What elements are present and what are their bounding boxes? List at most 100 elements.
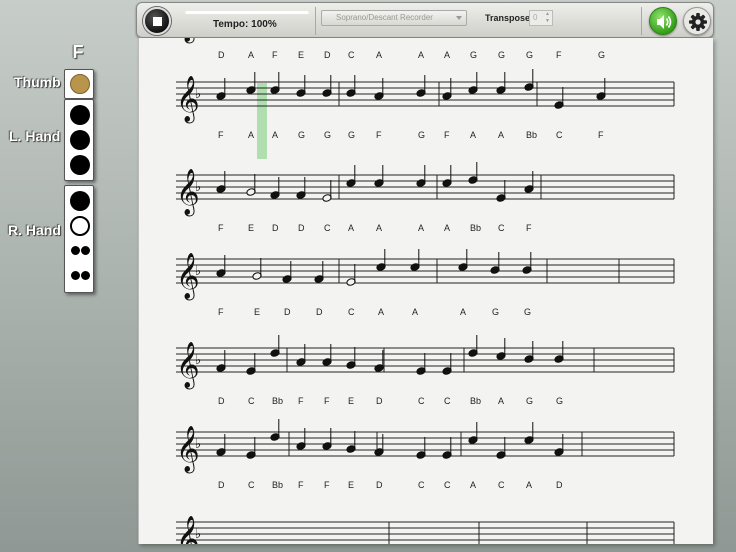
note-letter: Bb (272, 396, 283, 406)
note-letter: A (498, 396, 504, 406)
note-letter: C (248, 396, 255, 406)
note-letter: D (556, 480, 563, 490)
note-letter: C (556, 130, 563, 140)
note-letter: G (298, 130, 305, 140)
left-hole-2-closed-icon (70, 130, 90, 150)
note-letter: F (598, 130, 604, 140)
staff-area: 𝄞♭DAFEDCAAAGGGFG𝄞♭FAAGGGFGFAABbCF𝄞♭FEDDC… (176, 38, 675, 544)
note-letter: E (254, 307, 260, 317)
note-letter: A (470, 130, 476, 140)
note-letter: D (298, 223, 305, 233)
thumb-hole-partial-icon (70, 74, 90, 94)
fingering-panel: F Thumb L. Hand R. Hand (0, 0, 136, 552)
note-letter: D (218, 396, 225, 406)
note-letter: C (418, 396, 425, 406)
gear-icon (689, 13, 707, 31)
note-letter: D (324, 50, 331, 60)
note-letter: A (470, 480, 476, 490)
transpose-label: Transpose (485, 13, 531, 23)
stop-icon (153, 17, 162, 26)
tempo-label: Tempo: 100% (213, 19, 277, 30)
note-letter: F (376, 130, 382, 140)
note-letter: E (298, 50, 304, 60)
note-letter: A (418, 223, 424, 233)
note-letter: D (218, 480, 225, 490)
right-hole-3-double-icon (69, 246, 91, 256)
note-letter: F (324, 396, 330, 406)
note-letter: D (316, 307, 323, 317)
note-letter: A (444, 50, 450, 60)
flat-sign-icon: ♭ (195, 527, 201, 542)
sound-button[interactable] (649, 7, 677, 35)
note-letter: F (556, 50, 562, 60)
stop-button[interactable] (143, 7, 171, 35)
note-letter: A (418, 50, 424, 60)
note-letter: F (218, 130, 224, 140)
settings-button[interactable] (683, 7, 711, 35)
note-letter: D (376, 396, 383, 406)
note-letter: G (418, 130, 425, 140)
toolbar: Tempo: 100% Soprano/Descant Recorder Tra… (136, 2, 714, 38)
transpose-value: 0 (533, 13, 538, 22)
speaker-icon (657, 15, 672, 29)
sheet-music: 𝄞♭DAFEDCAAAGGGFG𝄞♭FAAGGGFGFAABbCF𝄞♭FEDDC… (138, 38, 713, 544)
flat-sign-icon: ♭ (195, 87, 201, 102)
instrument-select[interactable]: Soprano/Descant Recorder (321, 10, 467, 26)
note-letter: C (498, 480, 505, 490)
chevron-up-icon[interactable]: ▲ (545, 12, 551, 17)
note-letter: Bb (470, 396, 481, 406)
note-letter: A (460, 307, 466, 317)
note-letter: A (248, 130, 254, 140)
note-letter: G (498, 50, 505, 60)
note-letter: D (272, 223, 279, 233)
note-letter: F (298, 480, 304, 490)
note-letter: F (272, 50, 278, 60)
left-hand-hole-box (64, 99, 94, 181)
note-letter: C (348, 307, 355, 317)
transpose-stepper[interactable]: 0 ▲ ▼ (529, 10, 553, 26)
note-letter: C (444, 396, 451, 406)
note-letter: E (248, 223, 254, 233)
thumb-label: Thumb (14, 74, 61, 90)
flat-sign-icon: ♭ (195, 180, 201, 195)
note-letter: A (272, 130, 278, 140)
note-letter: E (348, 480, 354, 490)
flat-sign-icon: ♭ (195, 264, 201, 279)
note-letter: A (376, 223, 382, 233)
note-letter: A (378, 307, 384, 317)
note-letter: Bb (526, 130, 537, 140)
note-letter: F (324, 480, 330, 490)
chevron-down-icon (456, 16, 462, 20)
note-letter: Bb (272, 480, 283, 490)
note-letter: F (444, 130, 450, 140)
flat-sign-icon: ♭ (195, 353, 201, 368)
note-letter: A (444, 223, 450, 233)
right-hole-2-open-icon (70, 216, 90, 236)
note-letter: F (298, 396, 304, 406)
note-letter: G (492, 307, 499, 317)
note-letter: D (284, 307, 291, 317)
tempo-slider-fill (185, 11, 309, 14)
note-letter: A (348, 223, 354, 233)
note-letter: C (418, 480, 425, 490)
note-letter: D (218, 50, 225, 60)
note-letter: Bb (470, 223, 481, 233)
flat-sign-icon: ♭ (195, 437, 201, 452)
left-hole-1-closed-icon (70, 105, 90, 125)
note-letter: C (248, 480, 255, 490)
toolbar-divider (641, 7, 642, 35)
left-hand-label: L. Hand (9, 128, 61, 144)
note-letter: G (556, 396, 563, 406)
instrument-select-value: Soprano/Descant Recorder (336, 13, 433, 22)
note-letter: E (348, 396, 354, 406)
note-letter: G (526, 396, 533, 406)
treble-clef-icon: 𝄞 (176, 38, 200, 44)
note-letter: A (376, 50, 382, 60)
right-hole-1-closed-icon (70, 191, 90, 211)
note-letter: G (324, 130, 331, 140)
tempo-slider[interactable] (185, 11, 309, 14)
current-note-name: F (72, 42, 84, 62)
note-letter: C (324, 223, 331, 233)
chevron-down-icon[interactable]: ▼ (545, 19, 551, 24)
toolbar-divider (315, 7, 316, 35)
